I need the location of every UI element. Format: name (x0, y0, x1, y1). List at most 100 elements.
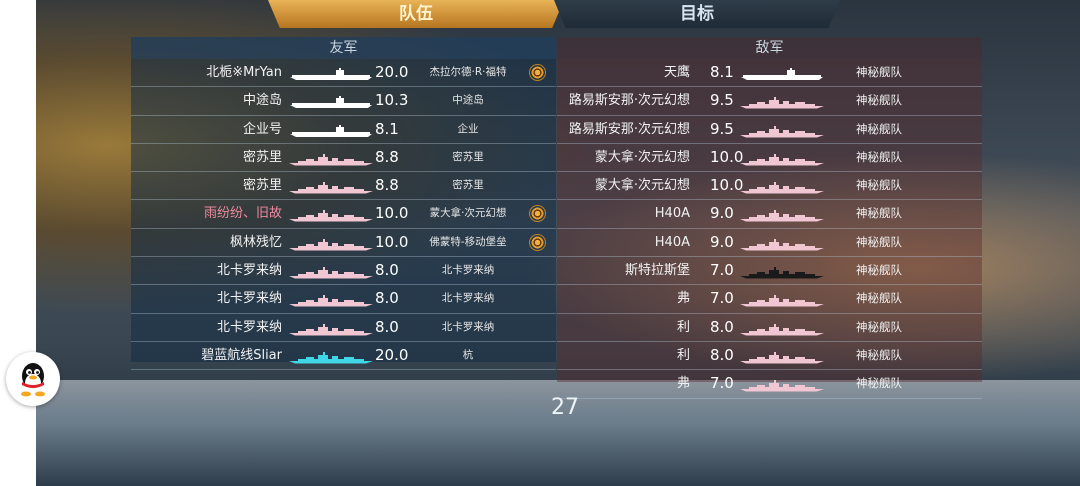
battleship-silhouette-icon (289, 182, 373, 194)
enemy-row[interactable]: H40A 9.0 神秘舰队 (557, 229, 982, 258)
ship-wheel-icon (529, 205, 546, 223)
battleship-silhouette-icon (740, 210, 824, 222)
battleship-silhouette-icon (740, 153, 824, 166)
ship-rating: 8.8 (375, 147, 399, 166)
player-name: 雨纷纷、旧故 (203, 206, 282, 222)
enemy-ship-name: 利 (676, 319, 690, 335)
enemy-row[interactable]: 弗 7.0 神秘舰队 (557, 370, 982, 399)
player-name: 中途岛 (242, 93, 282, 109)
enemy-ship-rating: 8.0 (710, 345, 734, 364)
enemy-ship-name: 弗 (676, 376, 690, 392)
enemy-ship-rating: 9.5 (710, 119, 734, 138)
player-name: 北卡罗来纳 (216, 263, 282, 279)
ship-rating: 8.1 (375, 119, 399, 138)
ship-name: 蒙大拿·次元幻想 (429, 207, 507, 220)
ship-name: 佛蒙特-移动堡垒 (429, 235, 507, 248)
friendly-row[interactable]: 雨纷纷、旧故 10.0 蒙大拿·次元幻想 (131, 200, 556, 229)
qq-floating-button[interactable] (6, 352, 60, 406)
enemy-row[interactable]: 蒙大拿·次元幻想 10.0 神秘舰队 (557, 144, 982, 173)
ship-wheel-icon (529, 64, 546, 81)
friendly-row[interactable]: 企业号 8.1 企业 (131, 116, 556, 144)
enemy-faction: 神秘舰队 (856, 291, 902, 306)
friendly-row[interactable]: 碧蓝航线Sliar 20.0 杭 (131, 342, 556, 371)
enemy-row[interactable]: 天鹰 8.1 神秘舰队 (557, 59, 982, 88)
ship-rating: 8.8 (375, 176, 399, 195)
tab-team[interactable]: 队伍 (268, 0, 564, 28)
enemy-ship-name: 路易斯安那·次元幻想 (568, 121, 690, 137)
ship-rating: 8.0 (375, 317, 399, 336)
player-name: 北卡罗来纳 (216, 319, 282, 335)
enemy-row[interactable]: 路易斯安那·次元幻想 9.5 神秘舰队 (557, 116, 982, 144)
enemy-row[interactable]: 利 8.0 神秘舰队 (557, 342, 982, 371)
enemy-ship-name: 路易斯安那·次元幻想 (568, 93, 690, 109)
enemy-row[interactable]: 路易斯安那·次元幻想 9.5 神秘舰队 (557, 87, 982, 116)
player-name: 企业号 (242, 121, 282, 137)
tab-target[interactable]: 目标 (554, 0, 840, 28)
ship-name: 北卡罗来纳 (441, 264, 495, 277)
tab-bar: 队伍 目标 (268, 0, 840, 30)
friendly-row[interactable]: 北卡罗来纳 8.0 北卡罗来纳 (131, 257, 556, 286)
ship-rating: 20.0 (375, 63, 409, 81)
enemy-faction: 神秘舰队 (856, 178, 902, 193)
enemy-faction: 神秘舰队 (856, 206, 902, 221)
ship-name: 杰拉尔德·R·福特 (429, 66, 507, 78)
enemy-ship-rating: 9.0 (710, 232, 734, 251)
enemy-ship-rating: 7.0 (710, 289, 734, 308)
enemy-ship-name: 弗 (676, 291, 690, 307)
ship-name: 北卡罗来纳 (441, 292, 495, 305)
enemy-ship-name: 天鹰 (663, 65, 690, 80)
enemy-row[interactable]: 蒙大拿·次元幻想 10.0 神秘舰队 (557, 172, 982, 201)
ship-rating: 8.0 (375, 289, 399, 308)
countdown-timer: 27 (551, 395, 579, 420)
carrier-silhouette-icon (290, 124, 372, 137)
ship-wheel-icon (529, 233, 546, 251)
enemy-ship-rating: 9.0 (710, 204, 734, 223)
battleship-silhouette-icon (289, 295, 373, 307)
player-name: 枫林残忆 (229, 234, 282, 250)
enemy-faction: 神秘舰队 (856, 319, 902, 334)
enemy-faction: 神秘舰队 (856, 149, 902, 164)
ship-name: 北卡罗来纳 (441, 320, 495, 333)
enemy-faction: 神秘舰队 (856, 93, 902, 108)
friendly-row[interactable]: 枫林残忆 10.0 佛蒙特-移动堡垒 (131, 229, 556, 258)
friendly-header: 友军 (131, 37, 556, 59)
qq-penguin-icon (21, 363, 45, 397)
battleship-silhouette-icon (740, 267, 824, 279)
battleship-silhouette-icon (289, 351, 373, 364)
enemy-ship-name: H40A (654, 234, 690, 250)
battleship-silhouette-icon (289, 267, 373, 279)
enemy-row[interactable]: 利 8.0 神秘舰队 (557, 314, 982, 342)
battleship-silhouette-icon (740, 295, 824, 307)
enemy-header: 敌军 (557, 37, 982, 59)
friendly-row[interactable]: 中途岛 10.3 中途岛 (131, 87, 556, 116)
ship-rating: 20.0 (375, 345, 409, 364)
battleship-silhouette-icon (740, 125, 824, 138)
player-name: 密苏里 (242, 178, 282, 194)
enemy-row[interactable]: 弗 7.0 神秘舰队 (557, 285, 982, 314)
battleship-silhouette-icon (740, 182, 824, 194)
enemy-faction: 神秘舰队 (856, 263, 902, 278)
battleship-silhouette-icon (289, 153, 373, 166)
friendly-row[interactable]: 北卡罗来纳 8.0 北卡罗来纳 (131, 285, 556, 314)
player-name: 北栀※MrYan (206, 65, 282, 80)
friendly-list: 北栀※MrYan 20.0 杰拉尔德·R·福特中途岛 10.3 中途岛企业号 8.1 企业密… (131, 59, 556, 371)
friendly-row[interactable]: 密苏里 8.8 密苏里 (131, 172, 556, 201)
enemy-faction: 神秘舰队 (856, 376, 902, 391)
ship-name: 杭 (462, 348, 474, 361)
ship-rating: 10.0 (375, 232, 409, 251)
carrier-silhouette-icon (741, 68, 823, 80)
friendly-row[interactable]: 北卡罗来纳 8.0 北卡罗来纳 (131, 314, 556, 342)
enemy-ship-name: 斯特拉斯堡 (624, 263, 690, 279)
battleship-silhouette-icon (740, 97, 824, 109)
battleship-silhouette-icon (740, 351, 824, 364)
friendly-row[interactable]: 密苏里 8.8 密苏里 (131, 144, 556, 173)
player-name: 碧蓝航线Sliar (201, 347, 282, 363)
enemy-ship-name: H40A (654, 206, 690, 222)
battleship-silhouette-icon (289, 210, 373, 222)
friendly-row[interactable]: 北栀※MrYan 20.0 杰拉尔德·R·福特 (131, 59, 556, 88)
enemy-row[interactable]: H40A 9.0 神秘舰队 (557, 200, 982, 229)
ship-name: 企业 (457, 122, 479, 135)
battleship-silhouette-icon (289, 323, 373, 336)
enemy-row[interactable]: 斯特拉斯堡 7.0 神秘舰队 (557, 257, 982, 286)
enemy-ship-rating: 8.1 (710, 63, 734, 81)
